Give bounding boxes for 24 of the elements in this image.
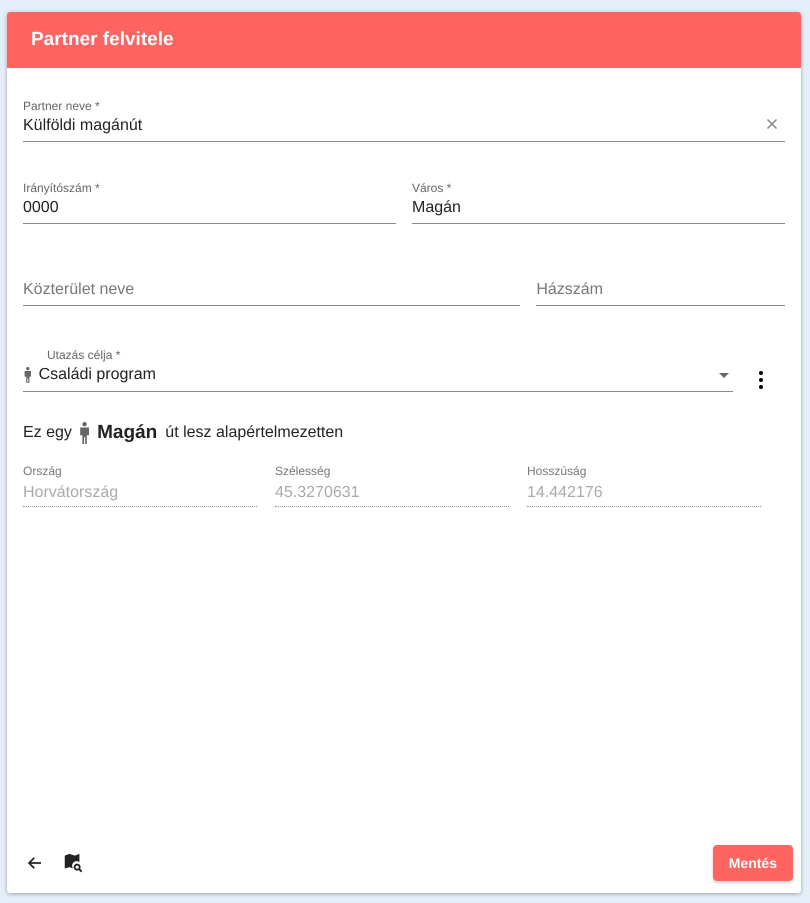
field-label: Irányítószám * <box>23 181 101 195</box>
person-icon <box>23 367 33 383</box>
field-value: 14.442176 <box>527 484 604 502</box>
text-field[interactable]: Külföldi magánút <box>23 117 757 135</box>
text-field[interactable]: 0000 <box>23 199 396 217</box>
field-label: Utazás célja * <box>47 348 122 362</box>
text-field[interactable]: Házszám <box>536 281 785 299</box>
field-value: 45.3270631 <box>275 484 361 502</box>
text-field[interactable]: Magán <box>412 199 785 217</box>
text-field[interactable]: Közterület neve <box>23 281 520 299</box>
field-label: Város * <box>412 181 452 195</box>
field-label: Szélesség <box>275 464 332 478</box>
field-label: Ország <box>23 464 63 478</box>
select-value: Családi program <box>38 366 157 384</box>
field-label: Hosszúság <box>527 464 588 478</box>
field-value: Horvátország <box>23 484 120 502</box>
field-label: Partner neve * <box>23 99 101 113</box>
info-text: Ez egy <box>23 424 72 442</box>
trip-type: Magán <box>97 422 158 444</box>
person-icon <box>78 422 92 444</box>
info-text: út lesz alapértelmezetten <box>165 424 344 442</box>
dialog-title: Partner felvitele <box>31 29 174 51</box>
dropdown-arrow-icon <box>719 372 729 378</box>
select-field[interactable]: Utazás célja * Családi program <box>23 342 733 392</box>
